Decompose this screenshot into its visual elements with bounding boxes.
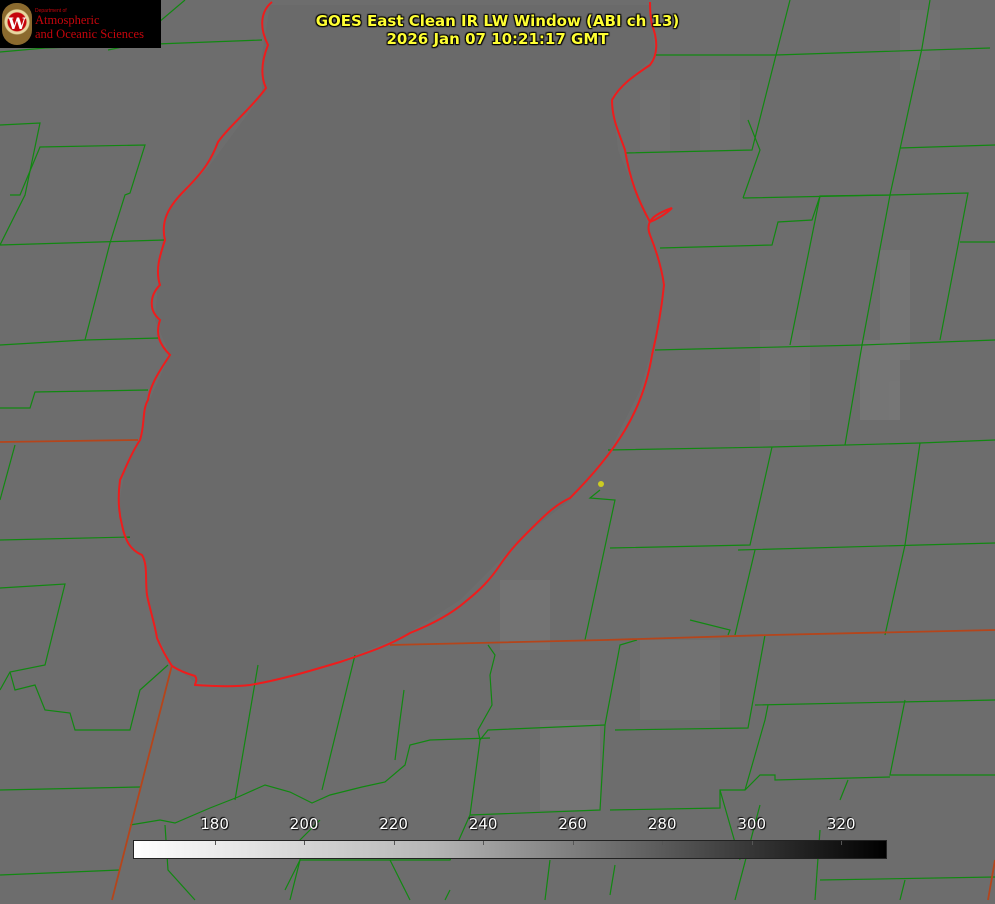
colorbar-tick-label: 300 bbox=[737, 815, 767, 833]
colorbar-tick-label: 320 bbox=[826, 815, 856, 833]
temperature-colorbar bbox=[133, 840, 887, 859]
colorbar-tick-label: 200 bbox=[289, 815, 319, 833]
location-marker bbox=[598, 481, 604, 487]
colorbar-tick-mark bbox=[572, 841, 574, 845]
colorbar-tick-mark bbox=[214, 841, 216, 845]
image-timestamp: 2026 Jan 07 10:21:17 GMT bbox=[386, 30, 609, 48]
colorbar-tick-mark bbox=[841, 841, 843, 845]
colorbar-tick-label: 180 bbox=[200, 815, 229, 833]
colorbar-tick-mark bbox=[483, 841, 485, 845]
colorbar-tick-label: 260 bbox=[558, 815, 587, 833]
lake-michigan bbox=[118, 5, 665, 687]
colorbar-tick-mark bbox=[304, 841, 306, 845]
colorbar-tick-mark bbox=[393, 841, 395, 845]
colorbar-tick-mark bbox=[662, 841, 664, 845]
colorbar-tick-label: 220 bbox=[379, 815, 408, 833]
colorbar-tick-label: 280 bbox=[647, 815, 677, 833]
satellite-image-viewer: W Department of Atmospheric and Oceanic … bbox=[0, 0, 995, 904]
colorbar-tick-mark bbox=[751, 841, 753, 845]
image-title: GOES East Clean IR LW Window (ABI ch 13) bbox=[315, 12, 680, 30]
satellite-map bbox=[0, 0, 995, 901]
colorbar-tick-label: 240 bbox=[468, 815, 498, 833]
